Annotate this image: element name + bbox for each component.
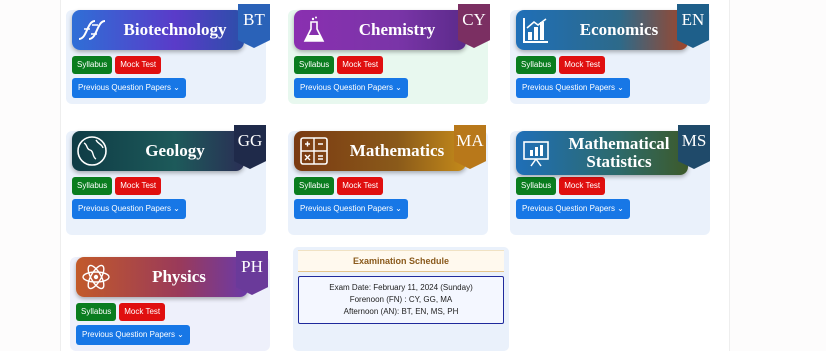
- subject-banner[interactable]: Biotechnology: [72, 10, 244, 50]
- subject-title: Mathematical Statistics: [556, 135, 688, 171]
- subject-title: Biotechnology: [123, 20, 227, 39]
- subject-card-biotechnology: Biotechnology BT Syllabus Mock Test Prev…: [66, 4, 270, 104]
- previous-papers-label: Previous Question Papers: [78, 204, 171, 213]
- subject-code-badge: MS: [678, 125, 710, 169]
- chevron-down-icon: ⌄: [173, 204, 180, 213]
- syllabus-button[interactable]: Syllabus: [72, 56, 113, 74]
- subject-card-economics: Economics EN Syllabus Mock Test Previous…: [510, 4, 710, 104]
- subject-card-geology: Geology GG Syllabus Mock Test Previous Q…: [66, 125, 266, 235]
- exam-schedule-details: Exam Date: February 11, 2024 (Sunday) Fo…: [298, 276, 504, 324]
- subject-banner[interactable]: Mathematics: [294, 131, 466, 171]
- previous-papers-dropdown[interactable]: Previous Question Papers ⌄: [72, 78, 186, 98]
- syllabus-button[interactable]: Syllabus: [76, 303, 117, 321]
- previous-papers-label: Previous Question Papers: [522, 204, 615, 213]
- previous-papers-dropdown[interactable]: Previous Question Papers ⌄: [516, 78, 630, 98]
- flask-icon: [294, 10, 334, 50]
- subject-title: Economics: [579, 20, 659, 39]
- mock-test-button[interactable]: Mock Test: [119, 303, 166, 321]
- exam-schedule-title: Examination Schedule: [298, 250, 504, 272]
- subject-banner[interactable]: Physics: [76, 257, 248, 297]
- previous-papers-label: Previous Question Papers: [82, 330, 175, 339]
- syllabus-button[interactable]: Syllabus: [294, 177, 335, 195]
- subject-banner[interactable]: Economics: [516, 10, 688, 50]
- syllabus-button[interactable]: Syllabus: [294, 56, 335, 74]
- subject-card-physics: Physics PH Syllabus Mock Test Previous Q…: [70, 251, 270, 351]
- previous-papers-label: Previous Question Papers: [522, 83, 615, 92]
- bar-chart-icon: [516, 10, 556, 50]
- subject-card-mathematics: Mathematics MA Syllabus Mock Test Previo…: [288, 125, 488, 235]
- subject-banner[interactable]: Mathematical Statistics: [516, 131, 688, 175]
- syllabus-button[interactable]: Syllabus: [516, 177, 557, 195]
- previous-papers-label: Previous Question Papers: [78, 83, 171, 92]
- subject-code-badge: PH: [236, 251, 268, 295]
- chevron-down-icon: ⌄: [173, 83, 180, 92]
- syllabus-button[interactable]: Syllabus: [516, 56, 557, 74]
- subject-code-badge: EN: [677, 4, 709, 48]
- mock-test-button[interactable]: Mock Test: [559, 177, 606, 195]
- globe-icon: [72, 131, 112, 171]
- subject-banner[interactable]: Chemistry: [294, 10, 466, 50]
- subject-title: Chemistry: [358, 20, 436, 39]
- chevron-down-icon: ⌄: [395, 83, 402, 92]
- syllabus-button[interactable]: Syllabus: [72, 177, 113, 195]
- subject-card-chemistry: Chemistry CY Syllabus Mock Test Previous…: [288, 4, 490, 104]
- dna-icon: [72, 10, 112, 50]
- chevron-down-icon: ⌄: [617, 204, 624, 213]
- exam-schedule-card: Examination Schedule Exam Date: February…: [293, 247, 509, 351]
- subject-code-badge: MA: [454, 125, 486, 169]
- exam-date: Exam Date: February 11, 2024 (Sunday): [329, 283, 473, 292]
- atom-icon: [76, 257, 116, 297]
- chevron-down-icon: ⌄: [177, 330, 184, 339]
- forenoon-session: Forenoon (FN) : CY, GG, MA: [349, 295, 453, 304]
- subject-title: Geology: [145, 141, 205, 160]
- subject-title-line1: Mathematical: [568, 134, 670, 153]
- subject-card-mathematical-statistics: Mathematical Statistics MS Syllabus Mock …: [510, 125, 710, 235]
- previous-papers-dropdown[interactable]: Previous Question Papers ⌄: [294, 199, 408, 219]
- subject-title-line2: Statistics: [586, 152, 652, 171]
- mock-test-button[interactable]: Mock Test: [337, 177, 384, 195]
- subject-code-badge: GG: [234, 125, 266, 169]
- subject-code-badge: BT: [238, 4, 270, 48]
- previous-papers-dropdown[interactable]: Previous Question Papers ⌄: [516, 199, 630, 219]
- afternoon-session: Afternoon (AN): BT, EN, MS, PH: [343, 307, 459, 316]
- previous-papers-dropdown[interactable]: Previous Question Papers ⌄: [294, 78, 408, 98]
- subject-banner[interactable]: Geology: [72, 131, 244, 171]
- previous-papers-label: Previous Question Papers: [300, 204, 393, 213]
- calculator-icon: [294, 131, 334, 171]
- subject-title: Physics: [152, 267, 206, 286]
- mock-test-button[interactable]: Mock Test: [337, 56, 384, 74]
- subject-code-badge: CY: [458, 4, 490, 48]
- previous-papers-dropdown[interactable]: Previous Question Papers ⌄: [76, 325, 190, 345]
- subject-title: Mathematics: [349, 141, 445, 160]
- mock-test-button[interactable]: Mock Test: [559, 56, 606, 74]
- previous-papers-dropdown[interactable]: Previous Question Papers ⌄: [72, 199, 186, 219]
- chevron-down-icon: ⌄: [617, 83, 624, 92]
- previous-papers-label: Previous Question Papers: [300, 83, 393, 92]
- mock-test-button[interactable]: Mock Test: [115, 177, 162, 195]
- chevron-down-icon: ⌄: [395, 204, 402, 213]
- mock-test-button[interactable]: Mock Test: [115, 56, 162, 74]
- presentation-chart-icon: [516, 133, 556, 173]
